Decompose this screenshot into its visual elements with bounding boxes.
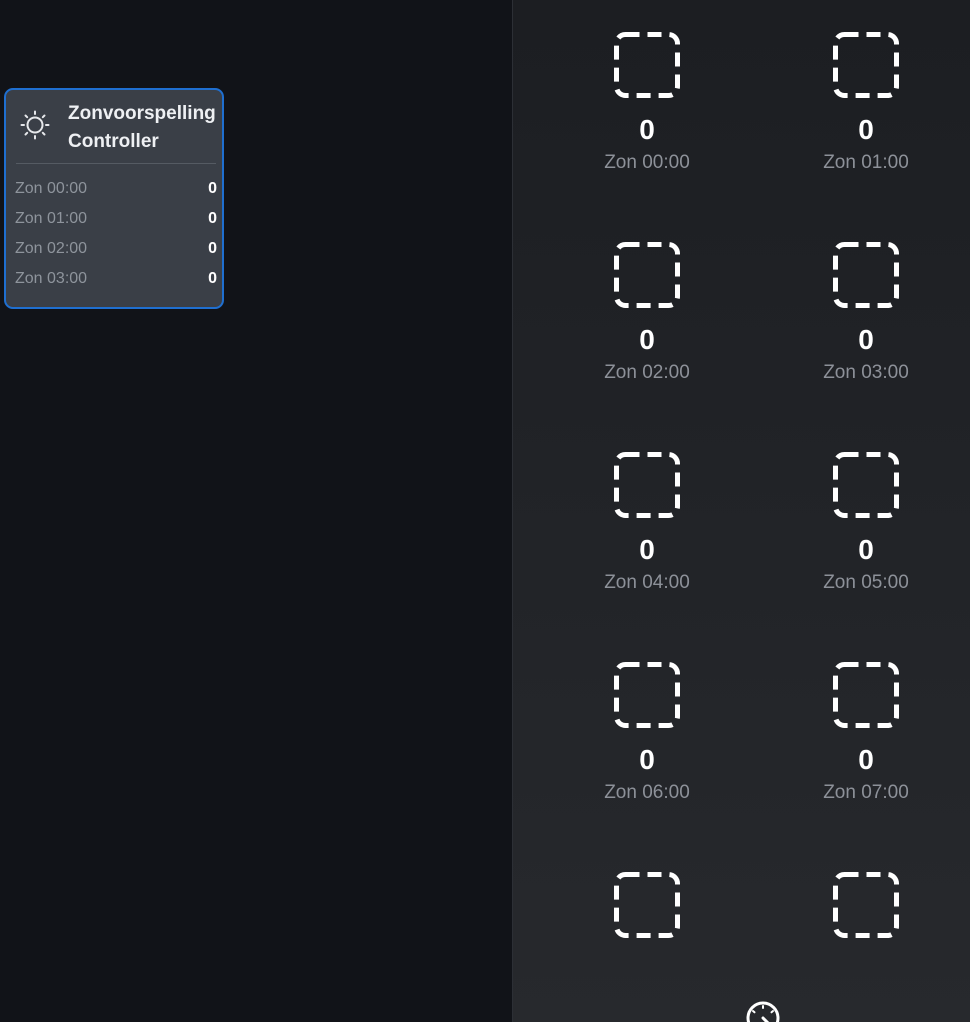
controller-title-line1: Zonvoorspelling — [68, 103, 216, 124]
controller-row-value: 0 — [208, 240, 217, 257]
controller-card-header: Zonvoorspelling Controller — [16, 100, 216, 156]
sensor-label: Zon 03:00 — [823, 362, 909, 383]
dashed-square-icon — [614, 242, 680, 308]
sensor-value: 0 — [858, 534, 874, 565]
sensor-label: Zon 05:00 — [823, 572, 909, 593]
sensor-tile[interactable]: 0 Zon 06:00 — [557, 630, 737, 803]
controller-row-label: Zon 02:00 — [15, 240, 88, 257]
controller-card[interactable]: Zonvoorspelling Controller Zon 00:00 0 Z… — [4, 88, 224, 309]
sensor-value: 0 — [858, 744, 874, 775]
gauge-icon[interactable] — [745, 1000, 781, 1022]
controller-row: Zon 00:00 0 — [15, 174, 217, 204]
controller-row-label: Zon 03:00 — [15, 270, 88, 287]
controller-row-label: Zon 01:00 — [15, 210, 88, 227]
dashed-square-icon — [614, 452, 680, 518]
sensor-label: Zon 01:00 — [823, 152, 909, 173]
sensor-label: Zon 04:00 — [604, 572, 690, 593]
screen: Zonvoorspelling Controller Zon 00:00 0 Z… — [0, 0, 970, 1022]
sensor-tile[interactable]: 0 Zon 01:00 — [776, 0, 956, 173]
sensor-tile[interactable] — [557, 840, 737, 1000]
controller-row-value: 0 — [208, 180, 217, 197]
sensor-value: 0 — [639, 114, 655, 145]
dashed-square-icon — [833, 32, 899, 98]
sensor-tile[interactable]: 0 Zon 02:00 — [557, 210, 737, 383]
controller-row-value: 0 — [208, 210, 217, 227]
sensor-label: Zon 07:00 — [823, 782, 909, 803]
sensor-label: Zon 02:00 — [604, 362, 690, 383]
controller-row: Zon 03:00 0 — [15, 264, 217, 294]
dashed-square-icon — [833, 872, 899, 938]
sensor-tile[interactable] — [776, 840, 956, 1000]
sensor-label: Zon 00:00 — [604, 152, 690, 173]
sensor-tile[interactable]: 0 Zon 04:00 — [557, 420, 737, 593]
sensor-value: 0 — [639, 534, 655, 565]
sensor-value: 0 — [858, 114, 874, 145]
controller-row-value: 0 — [208, 270, 217, 287]
sensor-tile[interactable]: 0 Zon 00:00 — [557, 0, 737, 173]
sensor-tile[interactable]: 0 Zon 05:00 — [776, 420, 956, 593]
sensor-value: 0 — [639, 744, 655, 775]
controller-title-line2: Controller — [68, 131, 159, 152]
sensor-tile[interactable]: 0 Zon 07:00 — [776, 630, 956, 803]
dashed-square-icon — [614, 662, 680, 728]
controller-row: Zon 01:00 0 — [15, 204, 217, 234]
controller-divider — [16, 163, 216, 164]
controller-row: Zon 02:00 0 — [15, 234, 217, 264]
dashed-square-icon — [614, 32, 680, 98]
dashed-square-icon — [833, 452, 899, 518]
sensor-label: Zon 06:00 — [604, 782, 690, 803]
sensor-panel: 0 Zon 00:00 0 Zon 01:00 0 Zon 02:00 0 Zo… — [513, 0, 970, 1022]
left-canvas: Zonvoorspelling Controller Zon 00:00 0 Z… — [0, 0, 512, 1022]
sensor-tile[interactable]: 0 Zon 03:00 — [776, 210, 956, 383]
sensor-value: 0 — [639, 324, 655, 355]
controller-title: Zonvoorspelling Controller — [68, 100, 224, 156]
sun-icon — [20, 110, 50, 140]
dashed-square-icon — [833, 662, 899, 728]
dashed-square-icon — [833, 242, 899, 308]
controller-row-label: Zon 00:00 — [15, 180, 88, 197]
dashed-square-icon — [614, 872, 680, 938]
sensor-value: 0 — [858, 324, 874, 355]
